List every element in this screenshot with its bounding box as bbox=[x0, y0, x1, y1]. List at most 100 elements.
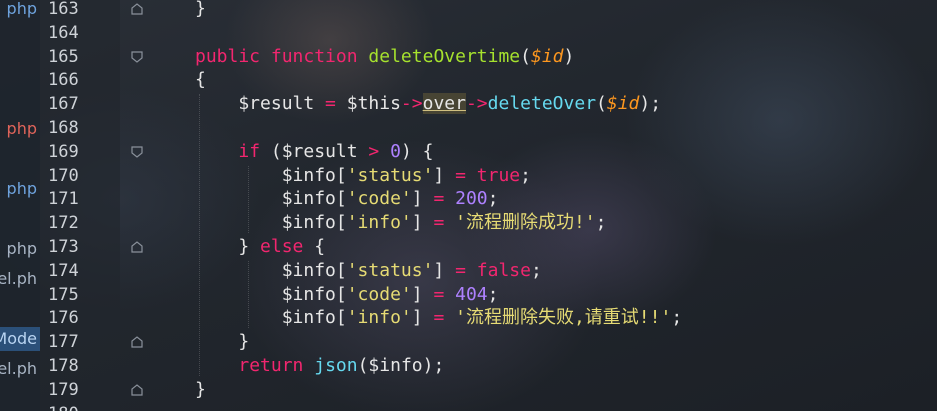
line-number: 166 bbox=[48, 70, 79, 91]
code-token: '流程删除失败,请重试!!' bbox=[455, 307, 672, 329]
code-token: ; bbox=[530, 259, 542, 281]
code-token: 'info' bbox=[346, 307, 412, 329]
sidebar-file-item[interactable]: el.ph bbox=[0, 267, 40, 291]
code-token: over bbox=[422, 93, 466, 115]
line-number: 168 bbox=[48, 118, 79, 138]
code-token: ] bbox=[411, 283, 434, 305]
code-token: { bbox=[195, 69, 206, 91]
sidebar-file-label: php bbox=[6, 0, 37, 18]
code-token: -> bbox=[465, 93, 488, 115]
code-token: ; bbox=[520, 164, 531, 186]
code-line[interactable]: if ($result > 0) { bbox=[195, 140, 433, 164]
line-number: 165 bbox=[48, 46, 79, 67]
code-token: $info[ bbox=[195, 164, 347, 186]
code-token: 'code' bbox=[346, 283, 412, 305]
code-line[interactable]: { bbox=[195, 68, 206, 92]
code-line[interactable]: $info['info'] = '流程删除失败,请重试!!'; bbox=[195, 306, 682, 330]
code-token: $this bbox=[335, 93, 401, 115]
fold-end-icon[interactable] bbox=[130, 2, 144, 16]
code-line[interactable]: $info['info'] = '流程删除成功!'; bbox=[195, 211, 607, 235]
code-line[interactable]: } bbox=[195, 330, 249, 354]
code-token: = bbox=[325, 93, 336, 115]
fold-end-icon[interactable] bbox=[130, 240, 144, 254]
line-number: 171 bbox=[48, 189, 79, 210]
code-token: } bbox=[195, 331, 250, 353]
line-number: 180 bbox=[48, 402, 90, 411]
line-number: 174 bbox=[48, 260, 79, 281]
code-token: function bbox=[270, 45, 358, 67]
code-token: ( bbox=[596, 93, 607, 115]
code-token: } bbox=[195, 378, 206, 400]
code-token: ] bbox=[411, 212, 434, 234]
line-number: 176 bbox=[48, 308, 79, 329]
sidebar-file-label: el.ph bbox=[0, 269, 37, 288]
code-line[interactable]: public function deleteOvertime($id) bbox=[195, 45, 574, 69]
sidebar-file-label: php bbox=[6, 119, 37, 138]
code-token: 'code' bbox=[346, 188, 412, 210]
sidebar-file-item[interactable]: php bbox=[0, 0, 40, 21]
sidebar-file-label: php bbox=[6, 239, 37, 258]
code-token: ( bbox=[520, 45, 531, 67]
code-token: = bbox=[433, 307, 445, 329]
code-token: ($result bbox=[260, 140, 369, 162]
code-token: true bbox=[476, 164, 521, 186]
code-line[interactable]: } bbox=[195, 378, 206, 402]
code-token: public bbox=[195, 45, 261, 67]
code-token: $info[ bbox=[195, 212, 347, 234]
code-token: $info[ bbox=[195, 307, 347, 329]
code-token: } bbox=[195, 236, 261, 257]
code-token: $info[ bbox=[195, 188, 347, 210]
code-token: { bbox=[303, 236, 326, 257]
sidebar-file-item[interactable]: php bbox=[0, 117, 40, 141]
sidebar-file-item[interactable]: el.ph bbox=[0, 357, 40, 381]
code-token: deleteOver bbox=[487, 93, 597, 115]
code-token: false bbox=[476, 259, 531, 281]
code-token: 'status' bbox=[346, 259, 434, 281]
code-token: = bbox=[455, 259, 466, 281]
fold-collapse-icon[interactable] bbox=[130, 50, 144, 64]
code-token: $id bbox=[606, 93, 640, 115]
code-line[interactable]: $result = $this->over->deleteOver($id); bbox=[195, 92, 661, 116]
code-line[interactable]: $info['status'] = false; bbox=[195, 259, 542, 283]
fold-end-icon[interactable] bbox=[130, 383, 144, 397]
code-token: 0 bbox=[390, 140, 401, 162]
code-token: ); bbox=[639, 93, 662, 115]
line-number: 170 bbox=[48, 165, 79, 186]
sidebar-file-item[interactable]: php bbox=[0, 237, 40, 261]
line-number: 175 bbox=[48, 284, 79, 305]
code-token: ; bbox=[487, 283, 499, 305]
code-token: = bbox=[433, 188, 445, 210]
code-line[interactable]: } else { bbox=[195, 235, 325, 259]
code-token: ; bbox=[487, 188, 499, 210]
line-number: 177 bbox=[48, 332, 79, 353]
line-number: 167 bbox=[48, 94, 79, 115]
code-token: 404 bbox=[455, 283, 488, 305]
line-number: 172 bbox=[48, 213, 79, 234]
fold-end-icon[interactable] bbox=[130, 335, 144, 349]
file-tree-sidebar[interactable]: php php php php el.ph Mode el.ph bbox=[0, 0, 40, 411]
code-line[interactable]: $info['code'] = 404; bbox=[195, 283, 499, 307]
code-line[interactable]: $info['status'] = true; bbox=[195, 164, 531, 188]
code-token: = bbox=[433, 212, 445, 234]
code-token: = bbox=[433, 283, 445, 305]
code-token: $info[ bbox=[195, 259, 347, 281]
line-number: 163 bbox=[48, 0, 79, 19]
code-token: ] bbox=[433, 259, 456, 281]
code-line[interactable]: $info['code'] = 200; bbox=[195, 187, 499, 211]
code-line[interactable]: } bbox=[195, 0, 206, 21]
line-number: 178 bbox=[48, 356, 79, 376]
sidebar-file-item[interactable]: php bbox=[0, 177, 40, 201]
code-token: deleteOvertime bbox=[368, 45, 521, 67]
fold-collapse-icon[interactable] bbox=[130, 145, 144, 159]
code-token: $info[ bbox=[195, 283, 347, 305]
code-token: ; bbox=[595, 212, 607, 234]
code-line[interactable]: return json($info); bbox=[195, 354, 444, 378]
code-token: = bbox=[455, 164, 466, 186]
sidebar-file-item[interactable]: Mode bbox=[0, 327, 40, 351]
